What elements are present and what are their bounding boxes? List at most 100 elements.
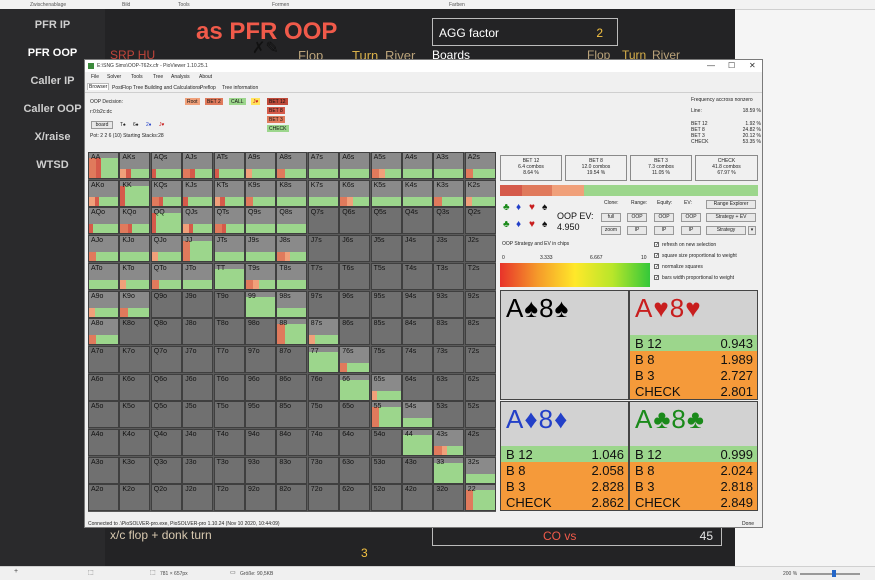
hand-cell[interactable]: Q3s	[433, 207, 465, 235]
hand-cell[interactable]: A7s	[307, 152, 339, 179]
hand-cell[interactable]: K6s	[339, 179, 371, 207]
hand-cell[interactable]: AQo	[88, 207, 119, 235]
menu-about[interactable]: About	[199, 74, 212, 80]
hand-cell[interactable]: Q6o	[150, 373, 182, 401]
hand-cell[interactable]: J3o	[182, 456, 214, 484]
hand-cell[interactable]: Q7s	[307, 207, 339, 235]
hand-cell[interactable]: 82o	[276, 484, 308, 512]
hand-cell[interactable]: T3s	[433, 262, 465, 290]
hand-cell[interactable]: KJo	[119, 235, 151, 263]
zoom-button[interactable]: zoom	[601, 226, 621, 235]
hand-cell[interactable]: TT	[213, 262, 245, 290]
hand-cell[interactable]: 75o	[307, 401, 339, 429]
strategy-ev-button[interactable]: Strategy + EV	[706, 213, 756, 222]
combo-ac8c[interactable]: A♣8♣ B 12 0.999 B 8 2.024 B 3 2.818 CHECK 2.…	[629, 401, 758, 511]
hand-cell[interactable]: 94o	[245, 429, 276, 456]
hand-cell[interactable]: KQo	[119, 207, 151, 235]
hand-cell[interactable]: J4s	[402, 235, 433, 263]
hand-cell[interactable]: J5o	[182, 401, 214, 429]
hand-cell[interactable]: J7o	[182, 345, 214, 373]
club-suit-icon[interactable]: ♣	[503, 219, 510, 230]
heart-suit-icon[interactable]: ♥	[529, 202, 535, 213]
hand-cell[interactable]: A7o	[88, 345, 119, 373]
hand-cell[interactable]: A6s	[339, 152, 371, 179]
hand-cell[interactable]: Q7o	[150, 345, 182, 373]
hand-cell[interactable]: KTo	[119, 262, 151, 290]
hand-cell[interactable]: J8s	[276, 235, 308, 263]
hand-cell[interactable]: 52s	[464, 401, 496, 429]
hand-cell[interactable]: T7o	[213, 345, 245, 373]
full-button[interactable]: full	[601, 213, 621, 222]
hand-cell[interactable]: A6o	[88, 373, 119, 401]
hand-cell[interactable]: 83o	[276, 456, 308, 484]
hand-cell[interactable]: T9o	[213, 290, 245, 318]
hand-cell[interactable]: 82s	[464, 318, 496, 346]
equity-ip-button[interactable]: IP	[654, 226, 674, 235]
hand-cell[interactable]: J4o	[182, 429, 214, 456]
hand-cell[interactable]: 84o	[276, 429, 308, 456]
hand-cell[interactable]: Q8s	[276, 207, 308, 235]
hand-cell[interactable]: A3s	[433, 152, 465, 179]
hand-cell[interactable]: JTo	[182, 262, 214, 290]
hand-cell[interactable]: QTo	[150, 262, 182, 290]
hand-cell[interactable]: 97s	[307, 290, 339, 318]
hand-cell[interactable]: 52o	[370, 484, 402, 512]
hand-cell[interactable]: A9o	[88, 290, 119, 318]
ribbon-images[interactable]: Bild	[122, 2, 130, 8]
hand-cell[interactable]: 76s	[339, 345, 371, 373]
hand-cell[interactable]: A2o	[88, 484, 119, 512]
hand-cell[interactable]: 43s	[433, 429, 465, 456]
hand-cell[interactable]: T5o	[213, 401, 245, 429]
hand-cell[interactable]: 92o	[245, 484, 276, 512]
tree-bet2[interactable]: BET 2	[205, 98, 223, 105]
tab-postflop[interactable]: PostFlop Tree Building and Calculations	[112, 85, 201, 91]
hand-cell[interactable]: 62s	[464, 373, 496, 401]
hand-cell[interactable]: J2o	[182, 484, 214, 512]
hand-cell[interactable]: 98s	[276, 290, 308, 318]
range-ip-button[interactable]: IP	[627, 226, 647, 235]
hand-cell[interactable]: Q6s	[339, 207, 371, 235]
hand-cell[interactable]: AA	[88, 152, 119, 179]
hand-cell[interactable]: 99	[245, 290, 276, 318]
hand-cell[interactable]: 86o	[276, 373, 308, 401]
hand-cell[interactable]: ATo	[88, 262, 119, 290]
hand-cell[interactable]: 85s	[370, 318, 402, 346]
hand-cell[interactable]: Q9s	[245, 207, 276, 235]
nav-item-pfr-oop[interactable]: PFR OOP	[10, 47, 95, 59]
hand-cell[interactable]: T3o	[213, 456, 245, 484]
nav-item-wtsd[interactable]: WTSD	[10, 159, 95, 171]
hand-cell[interactable]: 73o	[307, 456, 339, 484]
hand-cell[interactable]: AKo	[88, 179, 119, 207]
hand-cell[interactable]: KJs	[182, 179, 214, 207]
hand-cell[interactable]: A5o	[88, 401, 119, 429]
diamond-suit-icon[interactable]: ♦	[516, 202, 521, 213]
maximize-button[interactable]: ☐	[728, 61, 735, 70]
hand-cell[interactable]: 97o	[245, 345, 276, 373]
hand-cell[interactable]: K5s	[370, 179, 402, 207]
minimize-button[interactable]: —	[707, 61, 715, 70]
ribbon-tools[interactable]: Tools	[178, 2, 190, 8]
checkbox-refresh[interactable]: ✓	[654, 242, 659, 248]
hand-cell[interactable]: T4s	[402, 262, 433, 290]
hand-cell[interactable]: Q5o	[150, 401, 182, 429]
hand-cell[interactable]: T2o	[213, 484, 245, 512]
hand-cell[interactable]: J8o	[182, 318, 214, 346]
hand-cell[interactable]: Q4o	[150, 429, 182, 456]
hand-cell[interactable]: 42o	[402, 484, 433, 512]
hand-cell[interactable]: 96o	[245, 373, 276, 401]
combo-as8s[interactable]: A♠8♠	[500, 290, 629, 400]
ev-ip-button[interactable]: IP	[681, 226, 701, 235]
hand-cell[interactable]: Q2o	[150, 484, 182, 512]
combo-ad8d[interactable]: A♦8♦ B 12 1.046 B 8 2.058 B 3 2.828 CHECK 2.…	[500, 401, 629, 511]
checkbox-bars-width[interactable]: ✓	[654, 275, 659, 281]
tree-check[interactable]: CHECK	[267, 125, 289, 132]
ribbon-colors[interactable]: Farben	[449, 2, 465, 8]
hand-cell[interactable]: Q2s	[464, 207, 496, 235]
hand-cell[interactable]: K8o	[119, 318, 151, 346]
hand-cell[interactable]: 88	[276, 318, 308, 346]
hand-cell[interactable]: A4o	[88, 429, 119, 456]
nav-item-pfr-ip[interactable]: PFR IP	[10, 19, 95, 31]
hand-cell[interactable]: 33	[433, 456, 465, 484]
hand-cell[interactable]: 32s	[464, 456, 496, 484]
hand-cell[interactable]: JTs	[213, 235, 245, 263]
